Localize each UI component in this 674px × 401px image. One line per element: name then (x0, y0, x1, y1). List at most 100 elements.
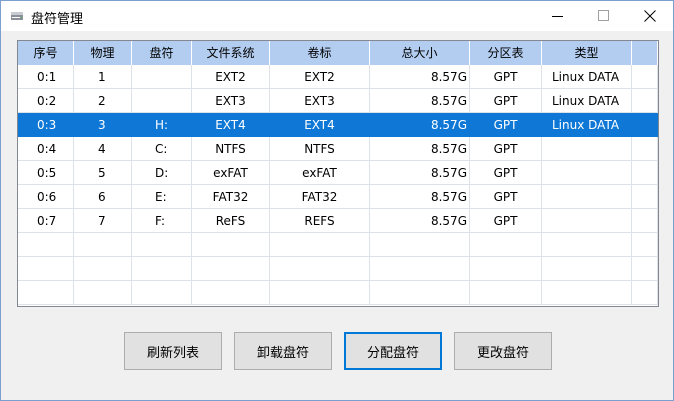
minimize-button[interactable] (535, 1, 581, 31)
empty-table-row (18, 281, 658, 305)
cell-total-size: 8.57G (370, 89, 470, 113)
table-row[interactable]: 0:1 1 EXT2 EXT2 8.57G GPT Linux DATA (18, 65, 658, 89)
empty-cell (542, 257, 632, 281)
column-header-volume-label[interactable]: 卷标 (270, 41, 370, 65)
cell-file-system: EXT4 (192, 113, 270, 137)
cell-volume-label: REFS (270, 209, 370, 233)
empty-cell (192, 257, 270, 281)
cell-partition-table: GPT (470, 89, 542, 113)
cell-volume-label: EXT3 (270, 89, 370, 113)
empty-cell (192, 233, 270, 257)
cell-index: 0:5 (18, 161, 74, 185)
table-row[interactable]: 0:6 6 E: FAT32 FAT32 8.57G GPT (18, 185, 658, 209)
cell-index: 0:1 (18, 65, 74, 89)
cell-drive-letter: C: (132, 137, 192, 161)
column-header-drive-letter[interactable]: 盘符 (132, 41, 192, 65)
empty-cell (132, 257, 192, 281)
cell-physical: 7 (74, 209, 132, 233)
empty-cell (132, 233, 192, 257)
cell-total-size: 8.57G (370, 161, 470, 185)
empty-cell (632, 185, 658, 209)
empty-cell (632, 161, 658, 185)
title-bar[interactable]: 盘符管理 (1, 1, 673, 31)
cell-volume-label: FAT32 (270, 185, 370, 209)
column-header-index[interactable]: 序号 (18, 41, 74, 65)
empty-cell (270, 281, 370, 305)
cell-drive-letter (132, 89, 192, 113)
table-row[interactable]: 0:3 3 H: EXT4 EXT4 8.57G GPT Linux DATA (18, 113, 658, 137)
cell-type (542, 137, 632, 161)
cell-type: Linux DATA (542, 113, 632, 137)
empty-cell (632, 137, 658, 161)
column-header-file-system[interactable]: 文件系统 (192, 41, 270, 65)
table-row[interactable]: 0:7 7 F: ReFS REFS 8.57G GPT (18, 209, 658, 233)
cell-physical: 1 (74, 65, 132, 89)
cell-file-system: EXT2 (192, 65, 270, 89)
cell-partition-table: GPT (470, 113, 542, 137)
change-letter-button[interactable]: 更改盘符 (454, 332, 552, 370)
cell-drive-letter: F: (132, 209, 192, 233)
cell-index: 0:7 (18, 209, 74, 233)
disk-letter-manager-window: 盘符管理 序号 物理 盘符 文件系统 卷标 总大小 分区表 类型 0:1 1 EXT… (0, 0, 674, 401)
cell-partition-table: GPT (470, 209, 542, 233)
cell-partition-table: GPT (470, 137, 542, 161)
empty-cell (270, 233, 370, 257)
empty-cell (632, 89, 658, 113)
column-header-type[interactable]: 类型 (542, 41, 632, 65)
close-button[interactable] (627, 1, 673, 31)
partition-table[interactable]: 序号 物理 盘符 文件系统 卷标 总大小 分区表 类型 0:1 1 EXT2 EXT2… (17, 40, 659, 307)
cell-type (542, 185, 632, 209)
window-title: 盘符管理 (31, 12, 84, 27)
cell-file-system: NTFS (192, 137, 270, 161)
table-header: 序号 物理 盘符 文件系统 卷标 总大小 分区表 类型 (18, 41, 658, 65)
column-header-partition-table[interactable]: 分区表 (470, 41, 542, 65)
cell-index: 0:3 (18, 113, 74, 137)
cell-volume-label: NTFS (270, 137, 370, 161)
column-header-total-size[interactable]: 总大小 (370, 41, 470, 65)
cell-type (542, 161, 632, 185)
cell-physical: 3 (74, 113, 132, 137)
minimize-icon (552, 16, 563, 17)
empty-cell (632, 113, 658, 137)
cell-partition-table: GPT (470, 185, 542, 209)
empty-table-row (18, 257, 658, 281)
column-header-filler (632, 41, 658, 65)
cell-physical: 4 (74, 137, 132, 161)
cell-volume-label: EXT4 (270, 113, 370, 137)
drive-icon (11, 12, 23, 20)
empty-cell (542, 233, 632, 257)
maximize-button[interactable] (581, 1, 627, 31)
table-row[interactable]: 0:4 4 C: NTFS NTFS 8.57G GPT (18, 137, 658, 161)
empty-cell (470, 257, 542, 281)
cell-index: 0:6 (18, 185, 74, 209)
cell-physical: 5 (74, 161, 132, 185)
cell-drive-letter: D: (132, 161, 192, 185)
cell-file-system: exFAT (192, 161, 270, 185)
table-row[interactable]: 0:2 2 EXT3 EXT3 8.57G GPT Linux DATA (18, 89, 658, 113)
empty-cell (632, 233, 658, 257)
empty-cell (470, 233, 542, 257)
empty-cell (370, 281, 470, 305)
cell-type (542, 209, 632, 233)
cell-type: Linux DATA (542, 89, 632, 113)
cell-total-size: 8.57G (370, 137, 470, 161)
cell-total-size: 8.57G (370, 65, 470, 89)
column-header-physical[interactable]: 物理 (74, 41, 132, 65)
cell-physical: 2 (74, 89, 132, 113)
cell-total-size: 8.57G (370, 113, 470, 137)
close-icon (644, 10, 656, 22)
empty-cell (74, 257, 132, 281)
cell-file-system: EXT3 (192, 89, 270, 113)
cell-physical: 6 (74, 185, 132, 209)
unmount-letter-button[interactable]: 卸载盘符 (234, 332, 332, 370)
cell-drive-letter: E: (132, 185, 192, 209)
empty-cell (74, 281, 132, 305)
cell-index: 0:2 (18, 89, 74, 113)
cell-index: 0:4 (18, 137, 74, 161)
assign-letter-button[interactable]: 分配盘符 (344, 332, 442, 370)
table-row[interactable]: 0:5 5 D: exFAT exFAT 8.57G GPT (18, 161, 658, 185)
refresh-list-button[interactable]: 刷新列表 (124, 332, 222, 370)
empty-cell (74, 233, 132, 257)
cell-type: Linux DATA (542, 65, 632, 89)
empty-cell (192, 281, 270, 305)
